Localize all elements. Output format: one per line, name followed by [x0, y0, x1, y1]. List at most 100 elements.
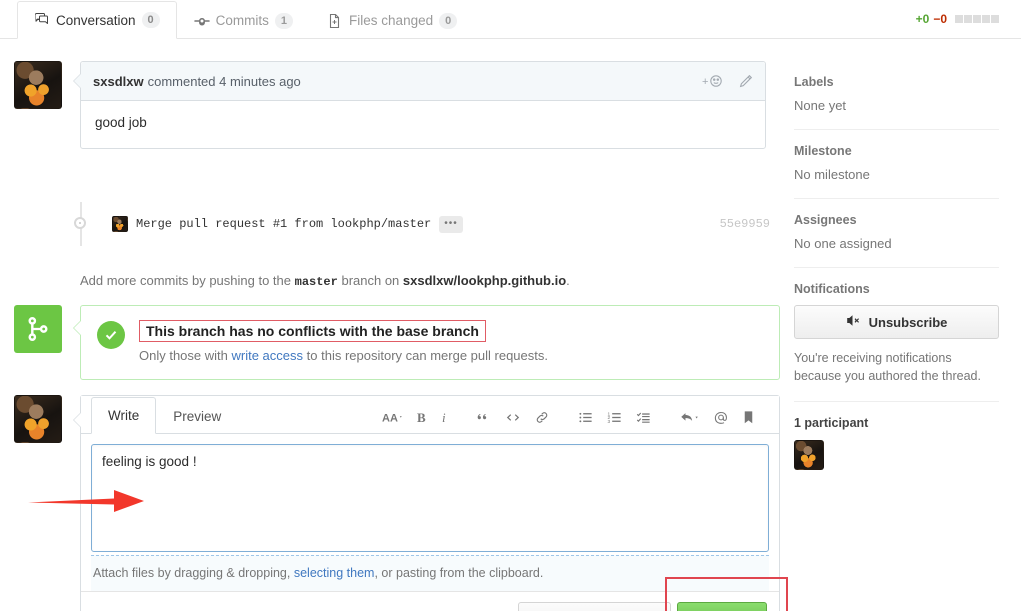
selecting-them-link[interactable]: selecting them	[294, 566, 375, 580]
attach-suffix: , or pasting from the clipboard.	[374, 566, 544, 580]
comment-button[interactable]: Comment	[677, 602, 767, 611]
diff-additions: +0	[915, 12, 930, 26]
commit-expand-icon[interactable]: •••	[439, 215, 463, 233]
unsubscribe-button[interactable]: Unsubscribe	[794, 305, 999, 339]
code-icon[interactable]	[505, 410, 521, 425]
svg-text:i: i	[442, 410, 446, 425]
notifications-note: You're receiving notifications because y…	[794, 351, 981, 384]
diff-stat: +0 −0	[916, 12, 999, 26]
form-buttons: Close and comment Comment	[517, 602, 767, 611]
check-icon	[97, 321, 125, 349]
comment-discussion-icon	[34, 12, 50, 28]
milestone-title: Milestone	[794, 144, 852, 158]
tab-label: Conversation	[56, 12, 136, 28]
tab-write[interactable]: Write	[91, 397, 157, 434]
red-arrow-annotation	[26, 485, 146, 517]
link-icon[interactable]	[534, 410, 550, 425]
unordered-list-icon[interactable]	[578, 410, 594, 425]
edit-comment-icon[interactable]	[738, 74, 753, 89]
git-commit-icon	[193, 13, 210, 29]
mention-icon[interactable]	[713, 410, 729, 425]
attach-files-hint: Attach files by dragging & dropping, sel…	[91, 555, 769, 591]
svg-text:AA: AA	[382, 413, 398, 425]
diff-file-icon	[327, 13, 343, 29]
close-and-comment-button[interactable]: Close and comment	[517, 602, 672, 611]
text-size-icon[interactable]: AA	[382, 410, 404, 425]
diff-deletions: −0	[933, 12, 947, 26]
labels-value[interactable]: None yet	[794, 98, 999, 113]
current-user-avatar[interactable]	[14, 395, 62, 443]
markdown-toolbar: AA B i 1 2 3	[368, 410, 779, 433]
pr-tabnav: Conversation 0 Commits 1 Files changed 0…	[0, 0, 1021, 39]
merge-status-box: This branch has no conflicts with the ba…	[73, 305, 780, 380]
svg-text:B: B	[417, 410, 426, 425]
divider	[794, 129, 999, 130]
unsubscribe-label: Unsubscribe	[868, 314, 948, 330]
add-commits-suffix: .	[566, 273, 570, 288]
divider	[794, 401, 999, 403]
avatar[interactable]	[14, 61, 62, 109]
write-preview-tabbar: Write Preview AA B i 1 2 3	[81, 396, 779, 434]
merge-sub-prefix: Only those with	[139, 348, 228, 363]
commit-row: Merge pull request #1 from lookphp/maste…	[74, 202, 770, 246]
pr-main-column: sxsdlxw commented 4 minutes ago + good j…	[0, 39, 788, 611]
assignees-title: Assignees	[794, 213, 857, 227]
git-merge-icon	[14, 305, 62, 353]
tab-commits[interactable]: Commits 1	[177, 1, 310, 39]
reply-icon[interactable]	[680, 410, 700, 425]
svg-text:+: +	[702, 76, 708, 88]
pr-sidebar: Labels None yet Milestone No milestone A…	[786, 39, 1021, 611]
comment-box: sxsdlxw commented 4 minutes ago + good j…	[73, 61, 766, 149]
saved-replies-icon[interactable]	[742, 410, 755, 425]
mute-icon	[846, 314, 862, 330]
comment-author[interactable]: sxsdlxw	[93, 74, 144, 89]
comment-header-actions: +	[702, 73, 753, 89]
tab-conversation[interactable]: Conversation 0	[17, 1, 177, 39]
assignees-value[interactable]: No one assigned	[794, 236, 999, 251]
comment-body: good job	[95, 115, 147, 130]
ordered-list-icon[interactable]: 123	[607, 410, 623, 425]
divider	[794, 198, 999, 199]
commit-author-avatar[interactable]	[112, 216, 128, 232]
pull-request-page: Conversation 0 Commits 1 Files changed 0…	[0, 0, 1021, 611]
tab-counter: 0	[141, 12, 160, 28]
add-more-commits-note: Add more commits by pushing to the maste…	[80, 273, 770, 289]
tab-counter: 1	[274, 12, 294, 29]
merge-sub-suffix: to this repository can merge pull reques…	[306, 348, 548, 363]
comment-form-box: Write Preview AA B i 1 2 3 feeling is go…	[73, 395, 780, 611]
add-commits-branch: master	[294, 275, 338, 289]
comment-textarea[interactable]	[91, 444, 769, 552]
pr-tabs: Conversation 0 Commits 1 Files changed 0	[17, 0, 474, 39]
comment-meta: commented 4 minutes ago	[147, 73, 301, 89]
comment-header: sxsdlxw commented 4 minutes ago +	[81, 62, 765, 101]
italic-icon[interactable]: i	[441, 410, 449, 425]
merge-status-subtitle: Only those with write access to this rep…	[139, 348, 548, 363]
add-reaction-icon[interactable]: +	[702, 73, 724, 89]
sidebar-labels-section: Labels None yet Milestone No milestone A…	[786, 39, 1021, 471]
commit-sha[interactable]: 55e9959	[720, 217, 770, 231]
task-list-icon[interactable]	[636, 410, 652, 425]
divider	[794, 267, 999, 268]
attach-prefix: Attach files by dragging & dropping,	[93, 566, 291, 580]
write-access-link[interactable]: write access	[232, 348, 304, 363]
comment-textarea-zone	[81, 434, 779, 555]
participant-avatar[interactable]	[794, 440, 824, 471]
add-commits-prefix: Add more commits by pushing to the	[80, 273, 291, 288]
tab-label: Files changed	[349, 13, 434, 28]
tab-label: Commits	[215, 13, 269, 28]
add-commits-repo: sxsdlxw/lookphp.github.io	[402, 273, 567, 288]
add-commits-middle: branch on	[341, 273, 400, 288]
notifications-title: Notifications	[794, 282, 870, 296]
diff-bar	[955, 15, 999, 23]
labels-title: Labels	[794, 75, 834, 89]
tab-counter: 0	[439, 12, 458, 29]
bold-icon[interactable]: B	[417, 410, 428, 425]
merge-status-title: This branch has no conflicts with the ba…	[139, 320, 486, 342]
commit-message[interactable]: Merge pull request #1 from lookphp/maste…	[136, 217, 431, 231]
tab-preview[interactable]: Preview	[156, 397, 238, 434]
tab-files-changed[interactable]: Files changed 0	[310, 1, 474, 39]
quote-icon[interactable]	[477, 410, 492, 425]
milestone-value[interactable]: No milestone	[794, 167, 999, 182]
participants-title: 1 participant	[794, 416, 869, 431]
comment-form-footer: M↓ Styling with Markdown is supported Cl…	[81, 591, 779, 611]
